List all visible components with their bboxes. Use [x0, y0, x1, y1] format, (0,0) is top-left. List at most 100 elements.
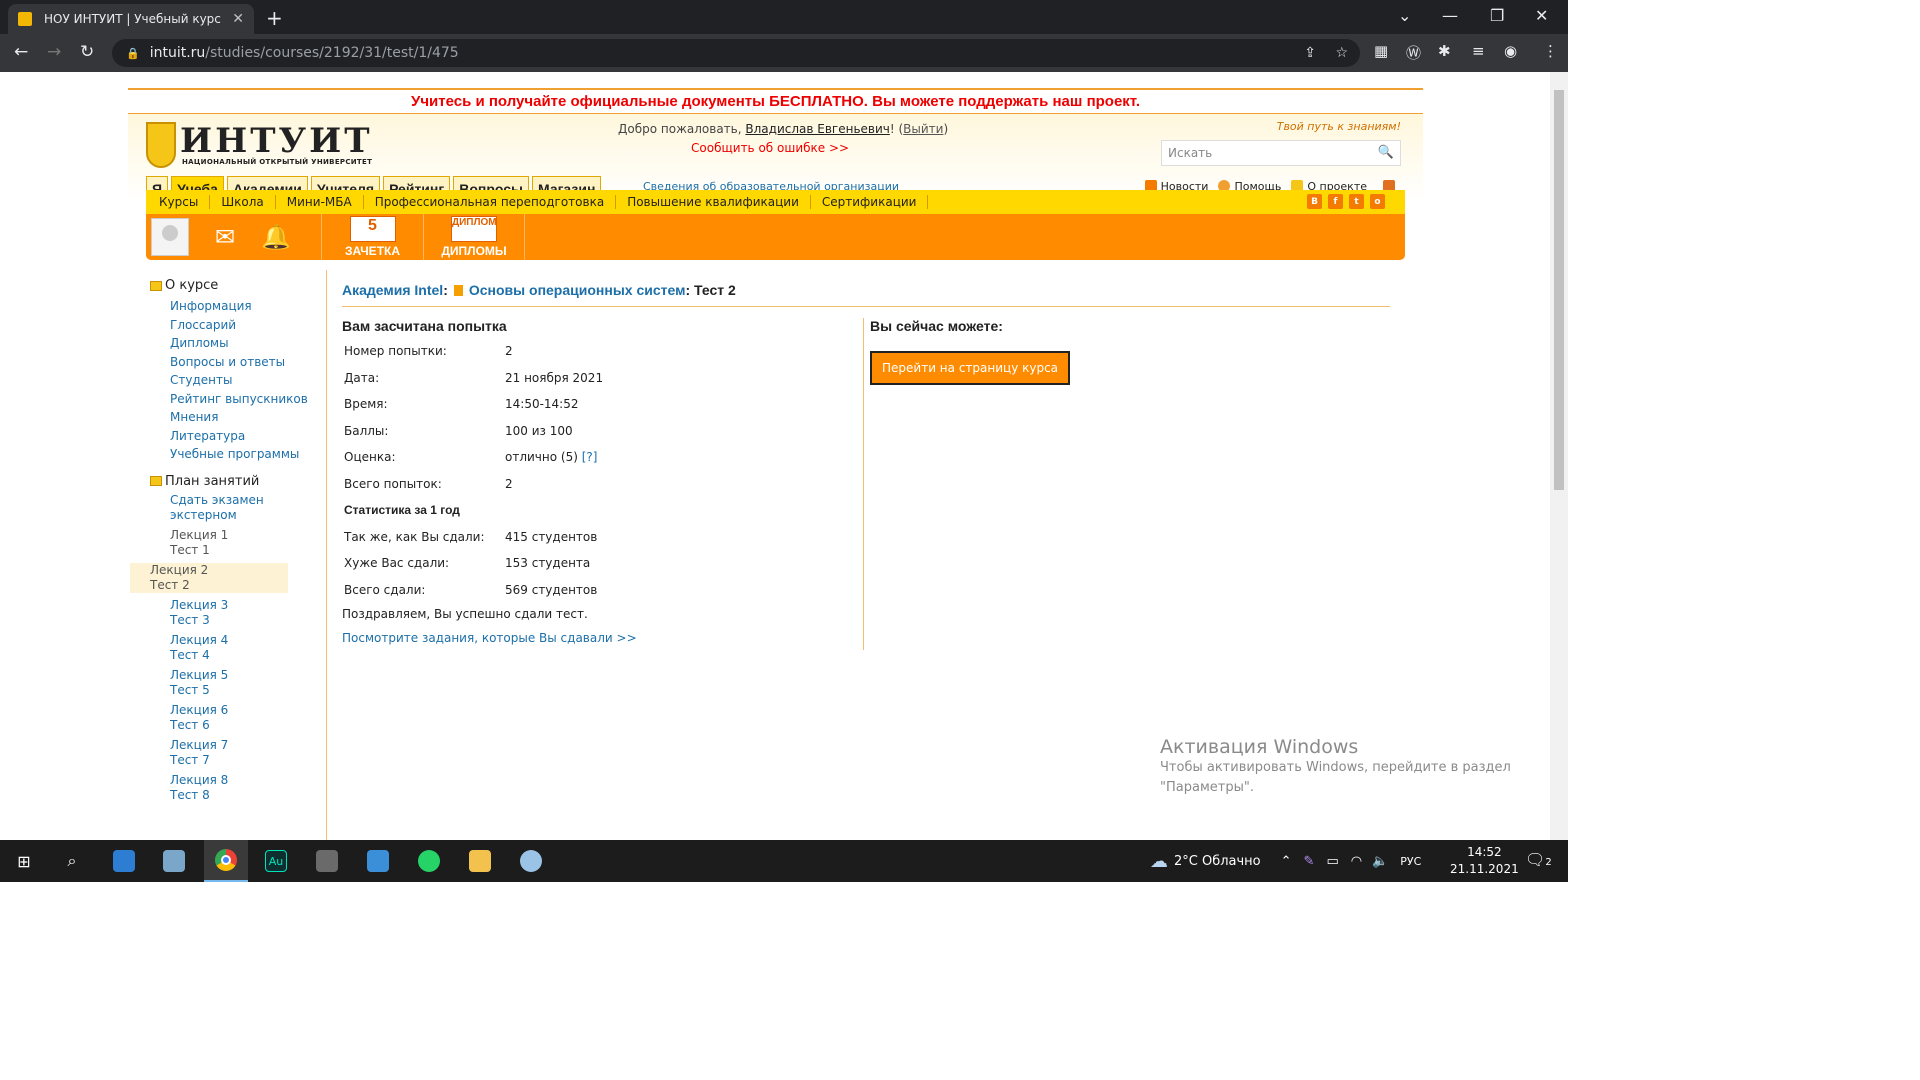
lecture-link[interactable]: Лекция 6 — [170, 703, 310, 718]
view-tasks-link[interactable]: Посмотрите задания, которые Вы сдавали >… — [342, 631, 863, 645]
sidebar-item-glossary[interactable]: Глоссарий — [150, 316, 310, 335]
language-indicator[interactable]: РУС — [1400, 855, 1421, 868]
scrollbar-thumb[interactable] — [1554, 90, 1564, 490]
promo-banner[interactable]: Учитесь и получайте официальные документ… — [128, 88, 1423, 114]
subnav-school[interactable]: Школа — [210, 195, 276, 209]
menu-kebab-icon[interactable]: ⋮ — [1543, 42, 1558, 60]
vk-icon[interactable]: В — [1307, 194, 1322, 209]
sidebar-item-info[interactable]: Информация — [150, 297, 310, 316]
store-icon[interactable] — [110, 848, 138, 874]
extensions-puzzle-icon[interactable]: ✱ — [1438, 42, 1451, 60]
stats-label: Так же, как Вы сдали: — [344, 529, 485, 544]
minimize-icon[interactable]: — — [1442, 6, 1458, 25]
pen-icon[interactable]: ✎ — [1304, 854, 1315, 869]
address-bar[interactable]: 🔒 intuit.ru /studies/courses/2192/31/tes… — [112, 39, 1360, 67]
sidebar-item-qa[interactable]: Вопросы и ответы — [150, 353, 310, 372]
new-tab-icon[interactable]: + — [266, 6, 283, 30]
restore-icon[interactable]: ❐ — [1490, 6, 1504, 25]
mail-icon[interactable]: ✉ — [215, 223, 235, 251]
avatar[interactable] — [151, 218, 189, 256]
weather-text[interactable]: 2°C Облачно — [1174, 854, 1261, 869]
calculator-icon[interactable] — [313, 848, 341, 874]
extension-w-icon[interactable]: Ⓦ — [1406, 42, 1421, 63]
tab-search-icon[interactable]: ⌄ — [1398, 6, 1411, 25]
subnav-courses[interactable]: Курсы — [148, 195, 211, 209]
test-link[interactable]: Тест 2 — [150, 578, 288, 593]
stats-row: Так же, как Вы сдали: 415 студентов — [342, 524, 863, 551]
breadcrumb-academy[interactable]: Академия Intel — [342, 282, 443, 298]
sidebar-item-diplomas[interactable]: Дипломы — [150, 334, 310, 353]
lock-icon[interactable]: 🔒 — [126, 47, 140, 60]
paint-icon[interactable] — [517, 848, 545, 874]
sidebar-item-opinions[interactable]: Мнения — [150, 408, 310, 427]
sidebar-item-students[interactable]: Студенты — [150, 371, 310, 390]
test-link[interactable]: Тест 3 — [170, 613, 310, 628]
breadcrumb-course[interactable]: Основы операционных систем — [469, 282, 686, 298]
test-link[interactable]: Тест 7 — [170, 753, 310, 768]
lecture-link[interactable]: Лекция 4 — [170, 633, 310, 648]
folder-icon[interactable] — [466, 848, 494, 874]
test-link[interactable]: Тест 1 — [170, 543, 310, 558]
share-icon[interactable]: ⇪ — [1304, 45, 1316, 61]
back-icon[interactable]: ← — [14, 42, 28, 62]
url-path: /studies/courses/2192/31/test/1/475 — [205, 45, 459, 61]
facebook-icon[interactable]: f — [1328, 194, 1343, 209]
twitter-icon[interactable]: t — [1349, 194, 1364, 209]
subnav-retraining[interactable]: Профессиональная переподготовка — [364, 195, 617, 209]
test-link[interactable]: Тест 5 — [170, 683, 310, 698]
forward-icon[interactable]: → — [47, 42, 61, 62]
odnoklassniki-icon[interactable]: о — [1370, 194, 1385, 209]
logout-link[interactable]: Выйти — [903, 122, 943, 136]
subnav-qualification[interactable]: Повышение квалификации — [616, 195, 811, 209]
chevron-up-icon[interactable]: ⌃ — [1281, 854, 1292, 869]
close-tab-icon[interactable]: ✕ — [232, 11, 244, 27]
sidebar-item-exam[interactable]: Сдать экзамен экстерном — [150, 493, 270, 523]
sidebar-item-literature[interactable]: Литература — [150, 427, 310, 446]
wifi-icon[interactable]: ◠ — [1351, 854, 1362, 869]
search-icon[interactable]: 🔍 — [1378, 145, 1394, 160]
sidebar-item-graduates-rating[interactable]: Рейтинг выпускников — [150, 390, 310, 409]
grade-help-link[interactable]: [?] — [582, 450, 598, 464]
plan-section-header[interactable]: План занятий — [150, 474, 310, 489]
bell-icon[interactable]: 🔔 — [261, 223, 291, 251]
whatsapp-icon[interactable] — [415, 848, 443, 874]
scrollbar[interactable] — [1550, 72, 1568, 840]
volume-icon[interactable]: 🔈 — [1372, 854, 1388, 869]
clock[interactable]: 14:52 21.11.2021 — [1450, 844, 1519, 878]
test-link[interactable]: Тест 8 — [170, 788, 310, 803]
notifications-icon[interactable]: 🗨2 — [1525, 850, 1552, 869]
user-name-link[interactable]: Владислав Евгеньевич — [745, 122, 889, 136]
zachetka-button[interactable]: 5 ЗАЧЕТКА — [321, 214, 423, 260]
battery-icon[interactable]: ▭ — [1326, 854, 1338, 869]
bookmark-star-icon[interactable]: ☆ — [1335, 45, 1348, 61]
lecture-link[interactable]: Лекция 8 — [170, 773, 310, 788]
search-input[interactable]: Искать 🔍 — [1161, 140, 1401, 166]
audition-icon[interactable]: Au — [262, 848, 290, 874]
chrome-icon[interactable] — [204, 840, 248, 882]
browser-tab[interactable]: НОУ ИНТУИТ | Учебный курс | О ✕ — [8, 4, 254, 34]
go-to-course-button[interactable]: Перейти на страницу курса — [870, 351, 1071, 385]
subnav-certifications[interactable]: Сертификации — [811, 195, 929, 209]
test-link[interactable]: Тест 4 — [170, 648, 310, 663]
lecture-link[interactable]: Лекция 7 — [170, 738, 310, 753]
lecture-link[interactable]: Лекция 5 — [170, 668, 310, 683]
lecture-link[interactable]: Лекция 3 — [170, 598, 310, 613]
reload-icon[interactable]: ↻ — [80, 42, 94, 62]
site-logo[interactable]: ИНТУИТ НАЦИОНАЛЬНЫЙ ОТКРЫТЫЙ УНИВЕРСИТЕТ — [146, 122, 373, 168]
windows-start-icon[interactable]: ⊞ — [10, 848, 38, 874]
subnav-mini-mba[interactable]: Мини-МБА — [276, 195, 364, 209]
reading-list-icon[interactable]: ≡ — [1472, 42, 1485, 60]
lecture-link[interactable]: Лекция 2 — [150, 563, 288, 578]
close-window-icon[interactable]: ✕ — [1535, 6, 1548, 25]
control-panel-icon[interactable] — [364, 848, 392, 874]
test-link[interactable]: Тест 6 — [170, 718, 310, 733]
sidebar-item-programs[interactable]: Учебные программы — [150, 445, 310, 464]
explorer-app-icon[interactable] — [160, 848, 188, 874]
about-section-header[interactable]: О курсе — [150, 278, 310, 293]
extension-icon[interactable]: ▦ — [1374, 42, 1388, 60]
report-error-link[interactable]: Сообщить об ошибке >> — [691, 141, 849, 155]
diplomas-button[interactable]: ДИПЛОМ ДИПЛОМЫ — [423, 214, 525, 260]
lecture-link[interactable]: Лекция 1 — [170, 528, 310, 543]
search-icon[interactable]: ⌕ — [58, 848, 86, 874]
profile-avatar-icon[interactable]: ◉ — [1504, 42, 1517, 60]
